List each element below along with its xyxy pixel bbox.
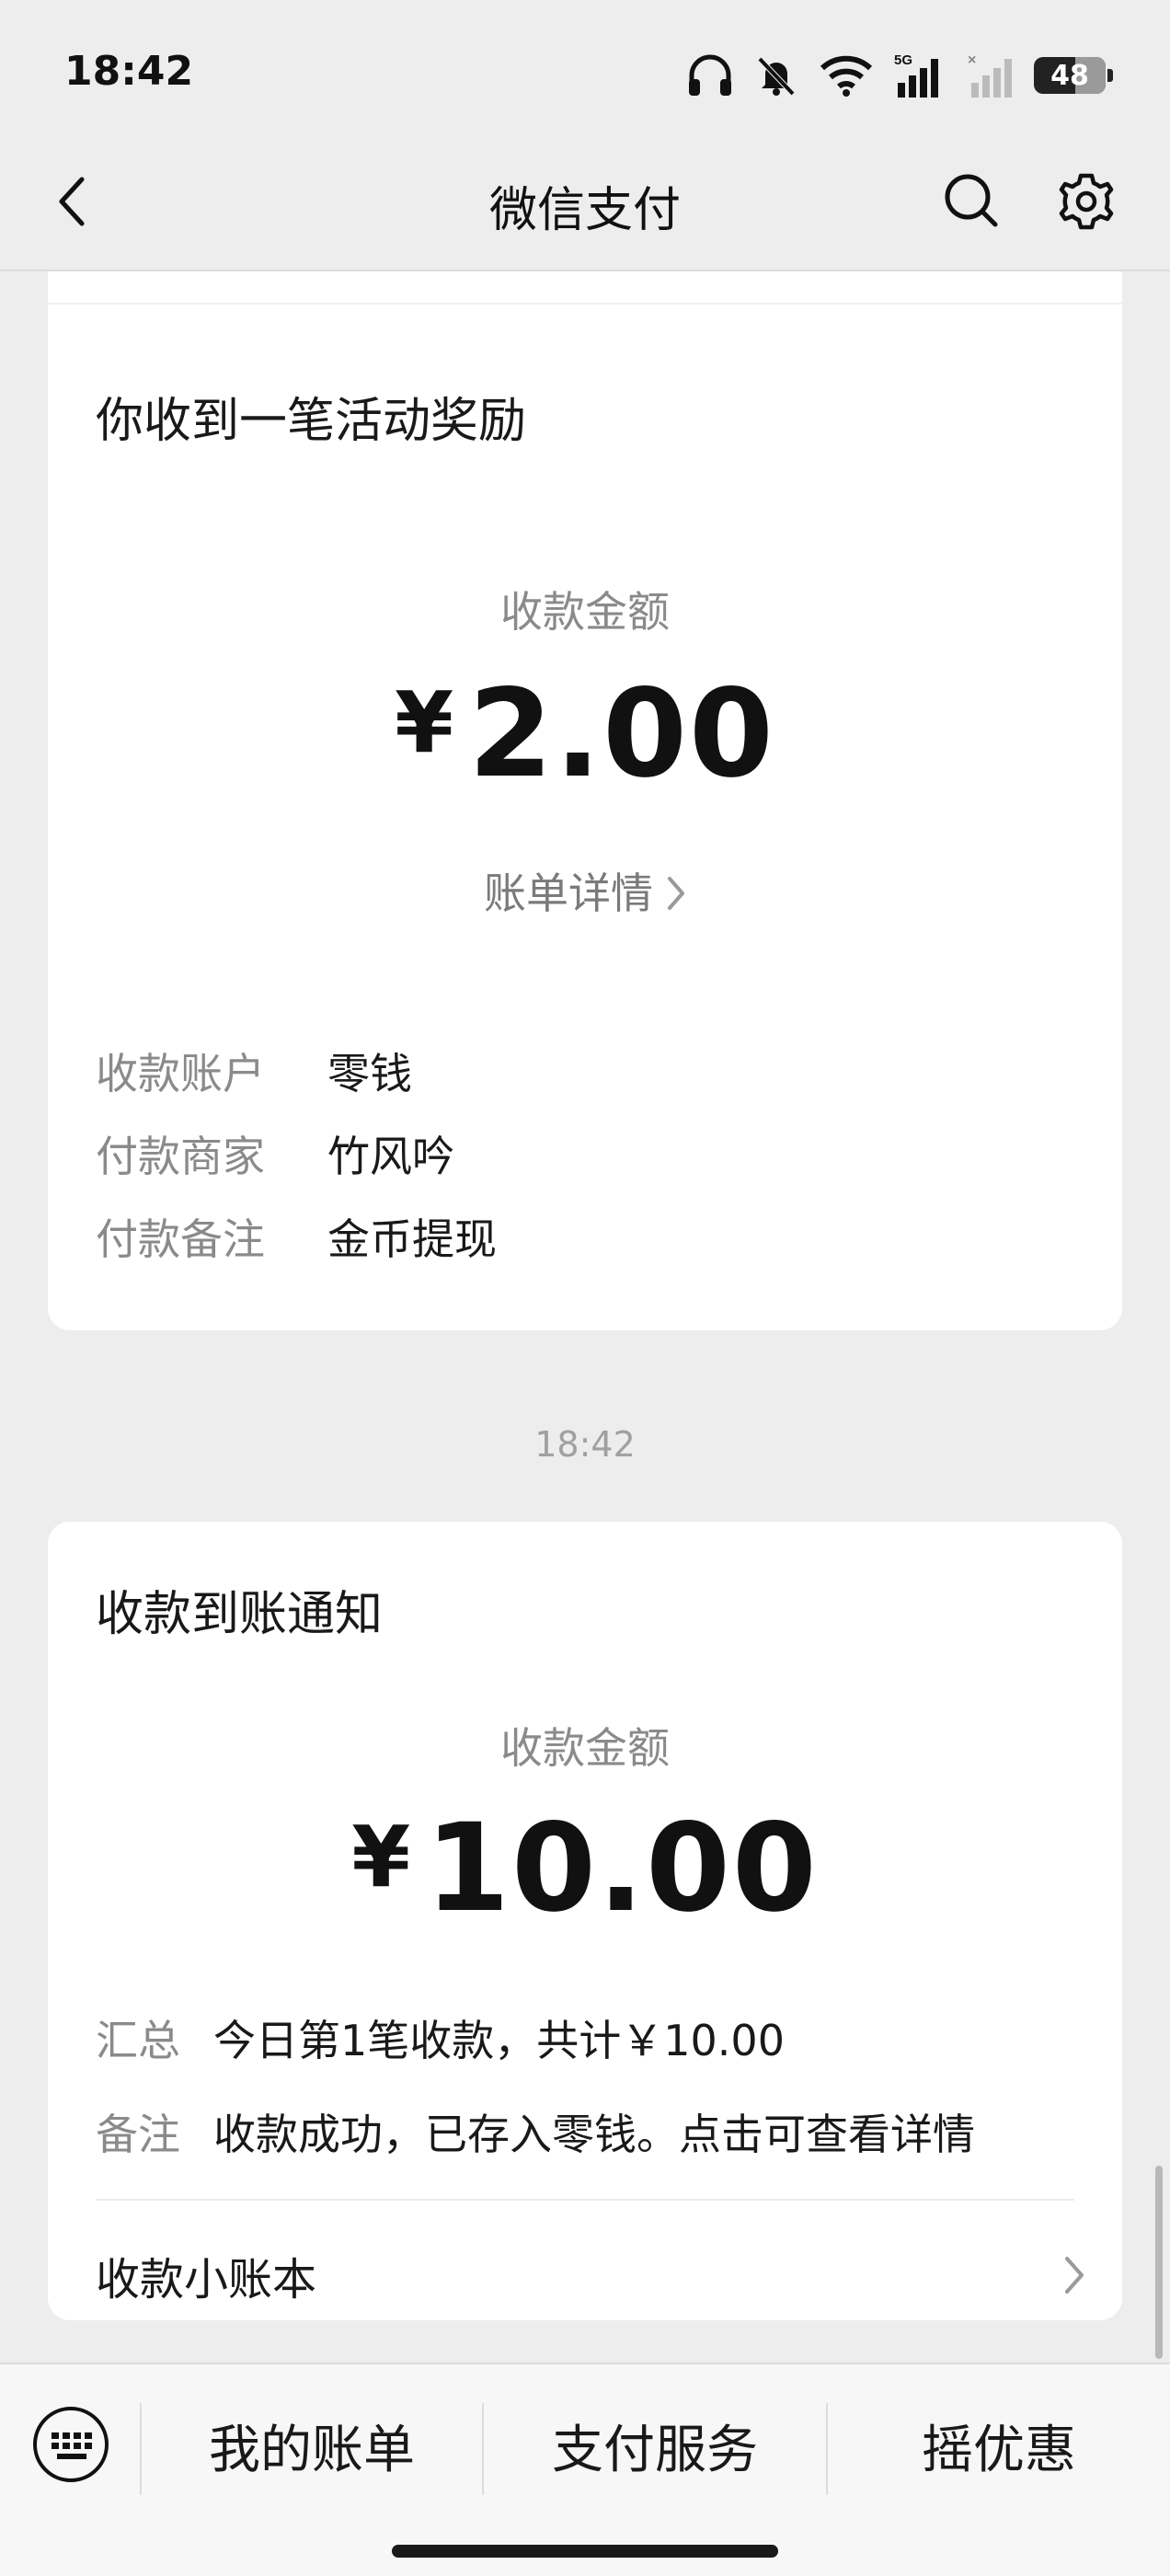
status-icons: 5G × 48 [686,48,1113,103]
status-time: 18:42 [64,48,194,95]
info-row-summary: 汇总 今日第1笔收款，共计￥10.00 [96,2007,785,2068]
card-title: 收款到账通知 [96,1587,384,1642]
svg-text:5G: 5G [894,52,912,68]
gear-icon [1059,173,1114,230]
row-key: 付款商家 [96,1132,265,1181]
menu-shake-offers[interactable]: 摇优惠 [828,2399,1170,2491]
svg-text:×: × [968,52,976,68]
amount-value: ¥10.00 [48,1798,1122,1939]
bill-detail-link[interactable]: 账单详情 [48,860,1122,922]
battery-icon: 48 [1034,57,1113,94]
menu-payment-services[interactable]: 支付服务 [484,2399,826,2491]
info-row-remark: 备注 收款成功，已存入零钱。点击可查看详情 [96,2101,975,2162]
battery-level: 48 [1050,59,1089,92]
signal-5g-icon: 5G [894,52,938,98]
bottom-menu-bar: 我的账单 支付服务 摇优惠 [0,2363,1170,2576]
row-value: 竹风吟 [327,1132,454,1181]
row-value: 今日第1笔收款，共计￥10.00 [213,2016,785,2065]
row-key: 备注 [96,2110,180,2159]
currency-symbol: ¥ [395,673,456,772]
divider [96,2199,1074,2201]
amount-label: 收款金额 [500,1723,670,1773]
activity-reward-card[interactable]: 你收到一笔活动奖励 收款金额 ¥2.00 账单详情 收款账户 零钱 付款商家 竹… [48,305,1122,1330]
receipt-notification-card[interactable]: 收款到账通知 收款金额 ¥10.00 汇总 今日第1笔收款，共计￥10.00 备… [48,1522,1122,2320]
bill-detail-label: 账单详情 [484,868,653,918]
row-key: 付款备注 [96,1214,265,1264]
search-icon [945,174,998,227]
message-timestamp: 18:42 [534,1424,636,1465]
ledger-label: 收款小账本 [96,2254,317,2306]
scrollbar[interactable] [1155,2166,1163,2359]
headphones-icon [689,54,731,96]
row-value: 金币提现 [327,1214,497,1264]
amount-number: 10.00 [425,1798,819,1939]
amount-number: 2.00 [468,663,775,805]
keyboard-icon [33,2407,109,2482]
row-key: 收款账户 [96,1049,265,1098]
row-value: 零钱 [327,1049,412,1098]
currency-symbol: ¥ [351,1808,413,1906]
amount-value: ¥2.00 [48,663,1122,805]
home-indicator[interactable] [392,2545,778,2558]
row-key: 汇总 [96,2016,180,2065]
settings-button[interactable] [1050,166,1122,237]
menu-my-bills[interactable]: 我的账单 [142,2399,482,2491]
search-button[interactable] [936,166,1006,236]
wifi-icon [820,55,873,97]
status-bar: 18:42 5G × 48 [0,0,1170,138]
bell-muted-icon [757,56,796,97]
info-row-merchant: 付款商家 竹风吟 [96,1123,454,1184]
card-title: 你收到一笔活动奖励 [96,394,527,449]
keyboard-toggle-button[interactable] [29,2403,112,2486]
receipt-ledger-link[interactable]: 收款小账本 [96,2243,1085,2307]
info-row-remark: 付款备注 金币提现 [96,1206,497,1267]
info-row-account: 收款账户 零钱 [96,1041,412,1101]
signal-none-icon: × [968,52,1012,98]
previous-message-card [48,271,1122,305]
chevron-right-icon [1065,2257,1084,2294]
chevron-right-icon [666,872,686,922]
row-value: 收款成功，已存入零钱。点击可查看详情 [213,2110,975,2159]
amount-label: 收款金额 [500,587,670,637]
nav-bar: 微信支付 [0,138,1170,271]
